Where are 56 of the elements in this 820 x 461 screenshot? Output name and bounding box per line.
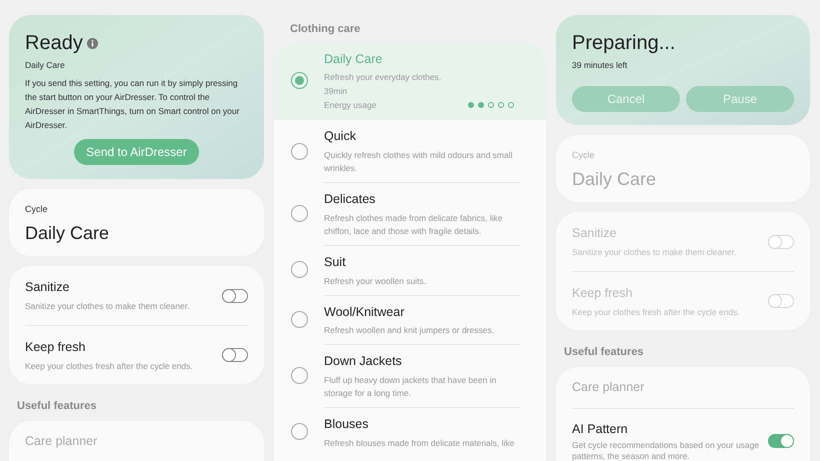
status-title: Ready [25,31,83,56]
info-icon [86,38,98,49]
cycle-description: Fluff up heavy down jackets that have been in storage for a long time. [324,374,498,400]
toggle-switch[interactable] [768,434,794,448]
radio-button[interactable] [290,72,308,90]
radio-button[interactable] [290,204,308,222]
cycle-title: Suit [324,254,347,271]
cycle-duration: 39min [324,85,348,98]
status-subtitle: 39 minutes left [572,59,628,72]
cycle-title: Blouses [324,416,370,433]
cycle-description: Refresh clothes made from delicate fabrics, like chiffon, lace and those with fragile details. [324,212,504,238]
radio-button[interactable] [290,310,308,328]
section-title: Clothing care [289,22,362,37]
cycle-option[interactable]: Suit Refresh your woollen suits. [274,244,546,294]
cycle-option[interactable]: Delicates Refresh clothes made from delicate fabrics, like chiffon, lace and those with fragile details. [274,182,546,245]
energy-label: Energy usage [324,99,376,112]
cycle-description: Refresh your woollen suits. [324,274,428,288]
option-title: Keep fresh [25,338,86,356]
option-description: Sanitize your clothes to make them cleaner. [25,300,190,313]
cycle-option[interactable]: Down Jackets Fluff up heavy down jackets that have been in storage for a long time. [274,344,546,407]
status-subtitle: Daily Care [25,59,66,72]
option-description: Keep your clothes fresh after the cycle ends. [25,360,194,372]
cycle-card[interactable]: Cycle Daily Care [9,188,264,256]
option-title: Sanitize [25,279,70,296]
radio-button[interactable] [290,261,308,278]
cycle-description: Quickly refresh clothes with mild odours and small wrinkles. [324,149,514,175]
feature-description: Get cycle recommendations based on your usage patterns, the season and more. [572,440,760,461]
cycle-title: Down Jackets [324,353,403,370]
feature-title: AI Pattern [572,420,629,438]
cycle-title: Daily Care [324,50,384,68]
cycle-value: Daily Care [25,222,110,246]
section-title: Useful features [16,399,98,414]
cycle-description: Refresh your everyday clothes. [324,71,442,84]
option-description: Keep your clothes fresh after the cycle ends. [572,306,741,318]
cycle-label: Cycle [25,202,49,216]
cycle-description: Refresh woollen and knit jumpers or dresses. [324,324,496,338]
cycle-title: Quick [324,128,357,146]
section-title: Useful features [563,345,644,360]
cycle-option[interactable]: Blouses Refresh blouses made from delicate materials, like [274,407,546,457]
cycle-title: Wool/Knitwear [324,304,406,320]
option-title: Keep fresh [572,284,634,302]
option-description: Sanitize your clothes to make them cleaner. [572,246,738,259]
status-message: If you send this setting, you can run it by simply pressing the start button on your AirDresser. To control the AirDresser in SmartThings, turn on Smart control on your AirDresser. [25,76,240,132]
cycle-option[interactable]: Quick Quickly refresh clothes with mild odours and small wrinkles. [274,120,546,182]
radio-button[interactable] [290,142,308,160]
cycle-option[interactable]: Wool/Knitwear Refresh woollen and knit jumpers or dresses. [274,294,546,344]
toggle-switch[interactable] [222,348,248,362]
radio-button[interactable] [290,423,308,440]
cycle-title: Delicates [324,191,376,208]
option-title: Sanitize [572,225,618,242]
radio-button[interactable] [290,367,308,384]
cycle-description: Refresh blouses made from delicate materials, like [324,436,516,450]
status-title: Preparing... [572,31,676,56]
toggle-switch[interactable] [222,288,248,302]
cycle-value: Daily Care [572,168,658,192]
cycle-label: Cycle [572,148,596,162]
